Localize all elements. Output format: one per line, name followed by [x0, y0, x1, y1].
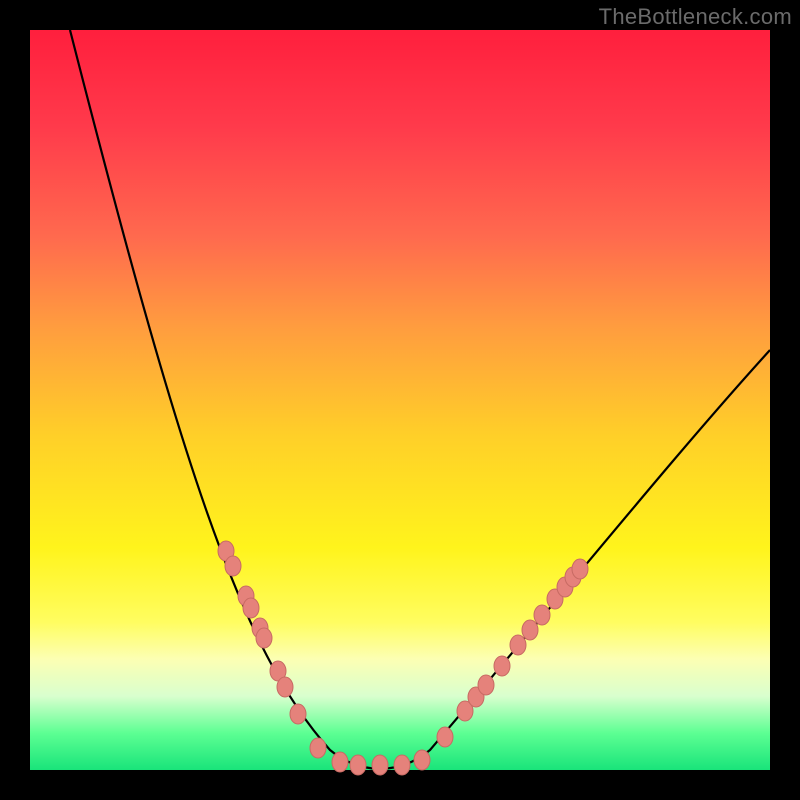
- bottleneck-curve: [70, 30, 770, 769]
- data-marker: [290, 704, 306, 724]
- data-marker: [225, 556, 241, 576]
- data-marker: [277, 677, 293, 697]
- data-marker: [394, 755, 410, 775]
- curve-markers: [218, 541, 588, 775]
- data-marker: [522, 620, 538, 640]
- data-marker: [534, 605, 550, 625]
- watermark-text: TheBottleneck.com: [599, 4, 792, 30]
- data-marker: [332, 752, 348, 772]
- data-marker: [350, 755, 366, 775]
- data-marker: [372, 755, 388, 775]
- data-marker: [256, 628, 272, 648]
- data-marker: [494, 656, 510, 676]
- data-marker: [310, 738, 326, 758]
- curve-svg: [30, 30, 770, 770]
- data-marker: [478, 675, 494, 695]
- data-marker: [243, 598, 259, 618]
- chart-frame: TheBottleneck.com: [0, 0, 800, 800]
- data-marker: [437, 727, 453, 747]
- data-marker: [510, 635, 526, 655]
- plot-area: [30, 30, 770, 770]
- data-marker: [414, 750, 430, 770]
- data-marker: [572, 559, 588, 579]
